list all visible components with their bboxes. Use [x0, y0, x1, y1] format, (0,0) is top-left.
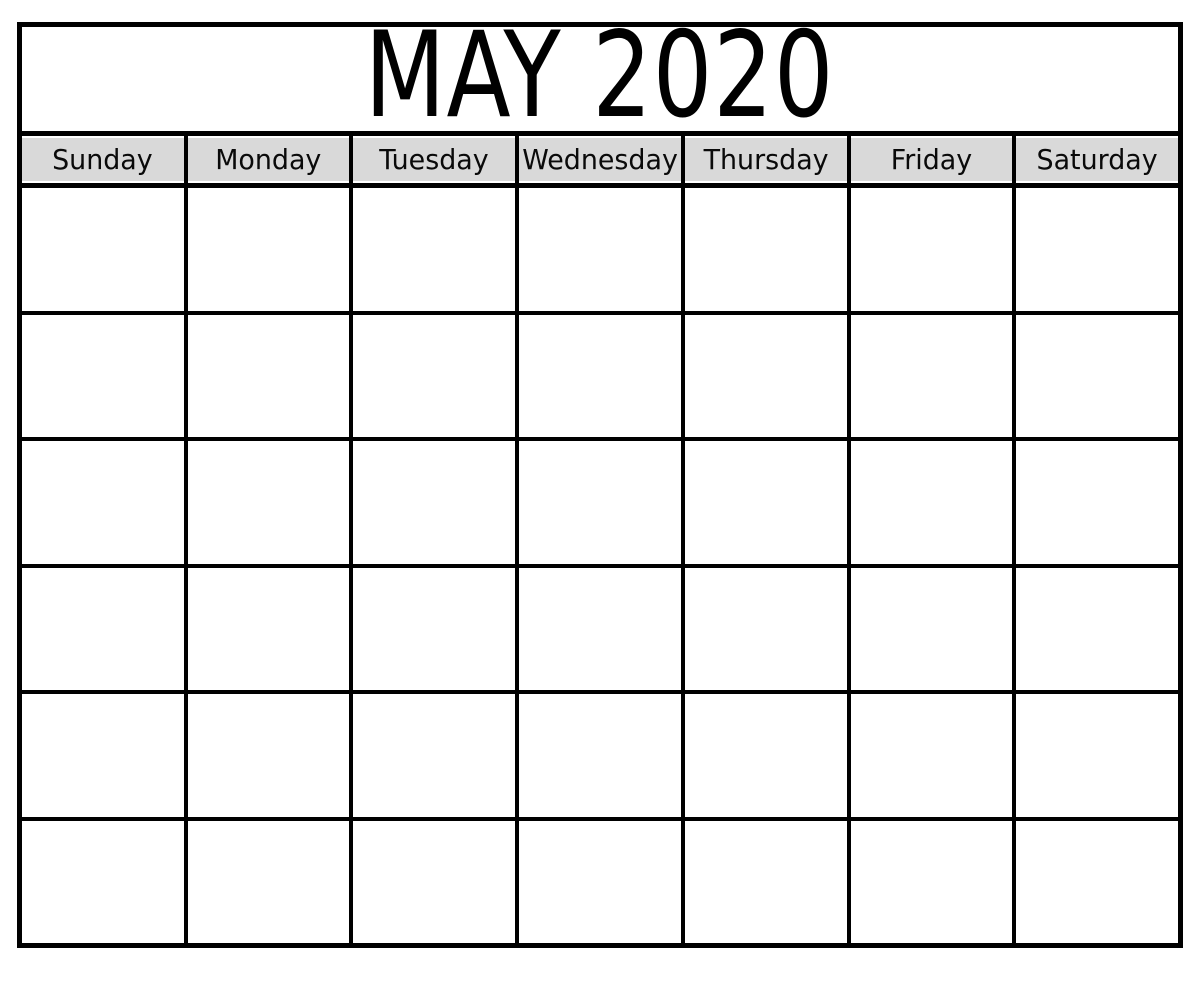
- weekday-label: Tuesday: [379, 142, 489, 176]
- week-row: [22, 567, 1179, 694]
- day-cell[interactable]: [519, 820, 685, 943]
- weekday-header-sunday: Sunday: [22, 136, 188, 183]
- day-cell[interactable]: [22, 188, 188, 311]
- calendar-grid: MAY 2020 Sunday Monday Tuesday Wednesday…: [17, 22, 1183, 948]
- day-cell[interactable]: [1016, 314, 1179, 437]
- weekday-header-row: Sunday Monday Tuesday Wednesday Thursday…: [22, 136, 1179, 188]
- weekday-label: Saturday: [1036, 142, 1158, 176]
- week-row: [22, 694, 1179, 821]
- weekday-label: Wednesday: [522, 142, 678, 176]
- day-cell[interactable]: [187, 567, 354, 690]
- weekday-header-thursday: Thursday: [684, 136, 851, 183]
- day-cell[interactable]: [519, 314, 685, 437]
- day-cell[interactable]: [22, 314, 188, 437]
- day-cell[interactable]: [519, 567, 685, 690]
- day-cell[interactable]: [684, 314, 851, 437]
- day-cell[interactable]: [353, 694, 520, 817]
- day-cell[interactable]: [850, 314, 1017, 437]
- day-cell[interactable]: [22, 820, 188, 943]
- calendar-title: MAY 2020: [365, 27, 835, 136]
- day-cell[interactable]: [1016, 694, 1179, 817]
- day-cell[interactable]: [850, 188, 1017, 311]
- day-cell[interactable]: [1016, 441, 1179, 564]
- weekday-label: Friday: [890, 142, 973, 176]
- day-cell[interactable]: [353, 188, 520, 311]
- day-cell[interactable]: [1016, 188, 1179, 311]
- day-cell[interactable]: [353, 820, 520, 943]
- day-cell[interactable]: [519, 188, 685, 311]
- day-cell[interactable]: [850, 441, 1017, 564]
- day-cell[interactable]: [22, 441, 188, 564]
- weekday-header-wednesday: Wednesday: [519, 136, 685, 183]
- calendar-title-row: MAY 2020: [22, 27, 1178, 136]
- day-cell[interactable]: [684, 694, 851, 817]
- day-cell[interactable]: [684, 441, 851, 564]
- weekday-label: Sunday: [52, 142, 154, 176]
- day-cell[interactable]: [187, 188, 354, 311]
- calendar-weeks: [22, 188, 1179, 943]
- day-cell[interactable]: [850, 567, 1017, 690]
- day-cell[interactable]: [353, 567, 520, 690]
- weekday-header-saturday: Saturday: [1016, 136, 1179, 183]
- day-cell[interactable]: [187, 694, 354, 817]
- week-row: [22, 441, 1179, 568]
- day-cell[interactable]: [22, 694, 188, 817]
- day-cell[interactable]: [519, 694, 685, 817]
- week-row: [22, 188, 1179, 315]
- day-cell[interactable]: [850, 694, 1017, 817]
- weekday-header-monday: Monday: [187, 136, 354, 183]
- day-cell[interactable]: [22, 567, 188, 690]
- weekday-header-friday: Friday: [850, 136, 1017, 183]
- day-cell[interactable]: [684, 567, 851, 690]
- week-row: [22, 820, 1179, 943]
- day-cell[interactable]: [1016, 820, 1179, 943]
- day-cell[interactable]: [353, 441, 520, 564]
- day-cell[interactable]: [353, 314, 520, 437]
- week-row: [22, 314, 1179, 441]
- day-cell[interactable]: [519, 441, 685, 564]
- day-cell[interactable]: [850, 820, 1017, 943]
- day-cell[interactable]: [187, 441, 354, 564]
- day-cell[interactable]: [1016, 567, 1179, 690]
- day-cell[interactable]: [187, 314, 354, 437]
- weekday-header-tuesday: Tuesday: [353, 136, 520, 183]
- calendar-page: MAY 2020 Sunday Monday Tuesday Wednesday…: [0, 0, 1202, 995]
- day-cell[interactable]: [684, 820, 851, 943]
- weekday-label: Monday: [215, 142, 322, 176]
- day-cell[interactable]: [684, 188, 851, 311]
- weekday-label: Thursday: [703, 142, 829, 176]
- day-cell[interactable]: [187, 820, 354, 943]
